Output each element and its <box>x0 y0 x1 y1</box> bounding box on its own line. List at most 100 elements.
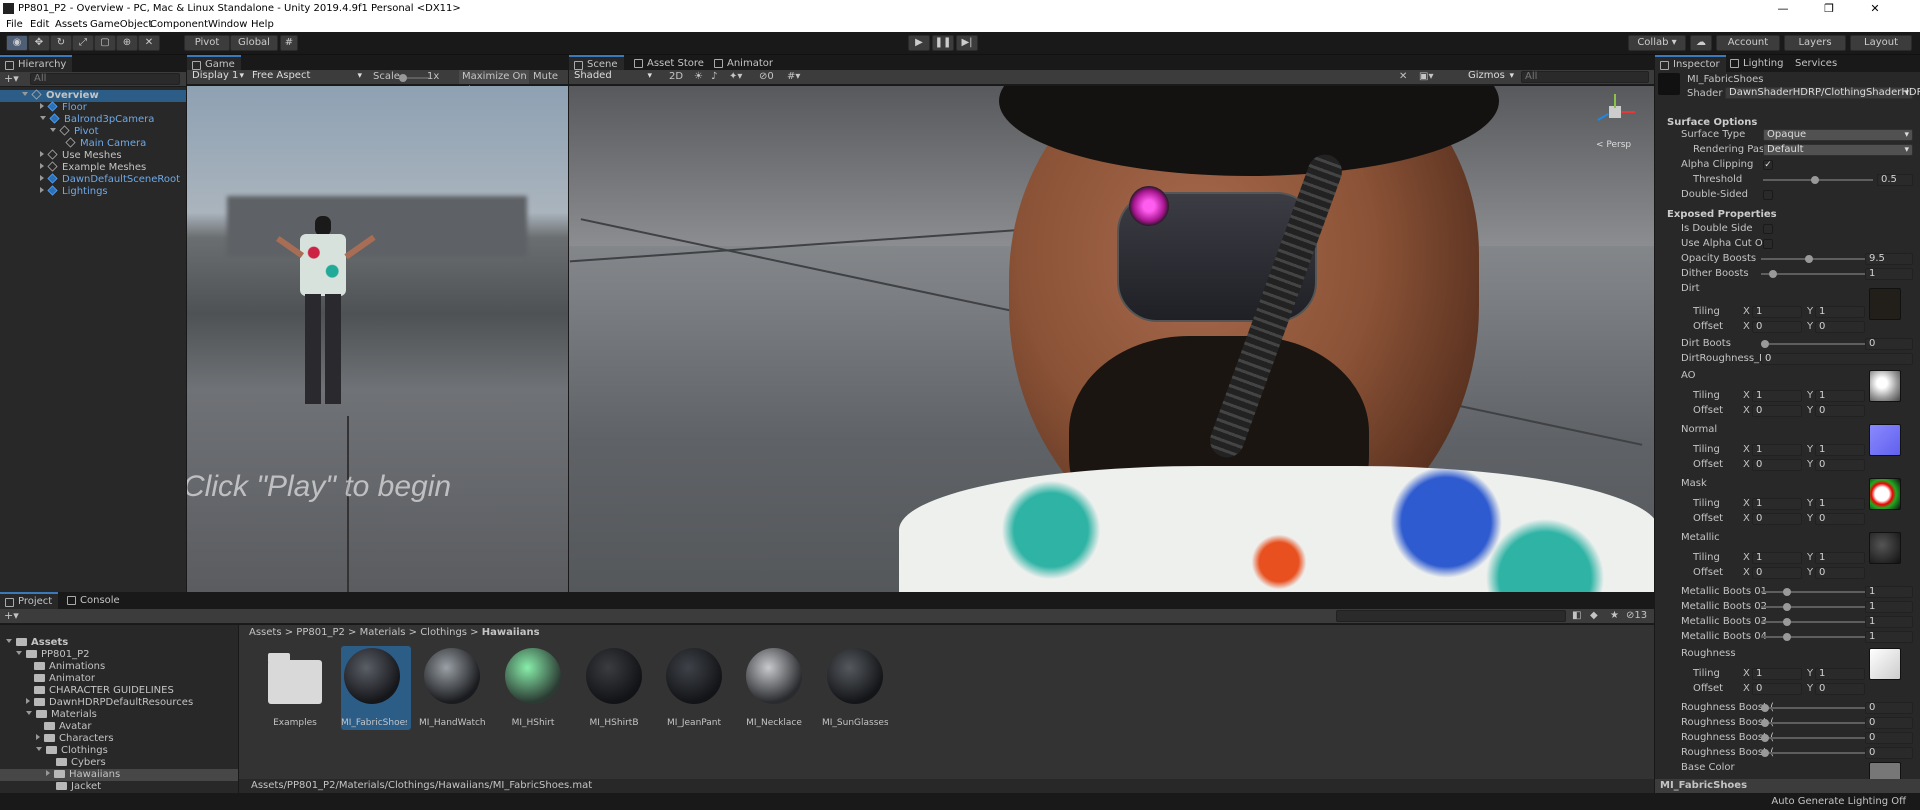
collab-dropdown[interactable]: Collab ▾ <box>1628 35 1686 51</box>
rendering-pass-dropdown[interactable]: Default <box>1763 144 1913 156</box>
ao-offset-y[interactable]: 0 <box>1815 405 1865 417</box>
roughness-boost-4-knob[interactable] <box>1761 749 1769 757</box>
metallic-boots-03-slider[interactable] <box>1761 621 1871 623</box>
tree-dawn-resources[interactable]: DawnHDRPDefaultResources <box>0 697 193 709</box>
use-alpha-cut-out-checkbox[interactable] <box>1763 239 1773 249</box>
gizmo-x-axis[interactable] <box>1621 111 1635 113</box>
menu-file[interactable]: File <box>6 17 23 32</box>
minimize-button[interactable]: — <box>1760 0 1806 17</box>
menu-component[interactable]: Component <box>150 17 208 32</box>
ao-texture-slot[interactable] <box>1869 370 1901 402</box>
threshold-field[interactable]: 0.5 <box>1877 174 1913 186</box>
surface-options-header[interactable]: Surface Options <box>1667 116 1757 129</box>
account-dropdown[interactable]: Account <box>1716 35 1780 51</box>
roughness-boost-1-field[interactable]: 0 <box>1865 702 1913 714</box>
material-necklace-sphere[interactable] <box>746 648 802 704</box>
metallic-tiling-x[interactable]: 1 <box>1752 552 1802 564</box>
metallic-boots-04-slider[interactable] <box>1761 636 1871 638</box>
gizmo-y-axis[interactable] <box>1614 94 1616 108</box>
ao-offset-x[interactable]: 0 <box>1752 405 1802 417</box>
maximize-button[interactable]: ❐ <box>1806 0 1852 17</box>
create-plus-icon[interactable]: +▾ <box>4 72 19 85</box>
cloud-icon[interactable]: ☁ <box>1690 35 1712 51</box>
tree-jacket[interactable]: Jacket <box>0 781 101 793</box>
hierarchy-search-input[interactable]: All <box>30 73 180 85</box>
metallic-boots-01-slider[interactable] <box>1761 591 1871 593</box>
normal-offset-x[interactable]: 0 <box>1752 459 1802 471</box>
roughness-boost-2-knob[interactable] <box>1761 719 1769 727</box>
metallic-boots-03-field[interactable]: 1 <box>1865 616 1913 628</box>
dirt-tiling-y[interactable]: 1 <box>1815 306 1865 318</box>
metallic-boots-01-knob[interactable] <box>1783 588 1791 596</box>
tree-avatar[interactable]: Avatar <box>0 721 91 733</box>
tab-hierarchy[interactable]: Hierarchy <box>0 55 73 72</box>
layout-dropdown[interactable]: Layout <box>1850 35 1912 51</box>
inspector-preview-bar[interactable]: MI_FabricShoes <box>1655 779 1920 793</box>
play-button[interactable]: ▶ <box>908 35 930 51</box>
step-button[interactable]: ▶| <box>956 35 978 51</box>
dirt-boots-knob[interactable] <box>1761 340 1769 348</box>
effects-dropdown-icon[interactable]: ✦▾ <box>729 71 742 82</box>
auto-generate-lighting-status[interactable]: Auto Generate Lighting Off <box>1771 794 1906 810</box>
tree-clothings[interactable]: Clothings <box>0 745 108 757</box>
roughness-boost-3-knob[interactable] <box>1761 734 1769 742</box>
mask-offset-x[interactable]: 0 <box>1752 513 1802 525</box>
tab-lighting[interactable]: Lighting <box>1725 55 1789 72</box>
breadcrumb-pp801[interactable]: PP801_P2 <box>296 627 345 638</box>
opacity-boosts-field[interactable]: 9.5 <box>1865 253 1913 265</box>
tab-inspector[interactable]: Inspector <box>1655 55 1726 72</box>
custom-tool-icon[interactable]: ✕ <box>138 35 160 51</box>
project-create-icon[interactable]: +▾ <box>4 609 19 622</box>
hierarchy-item-pivot[interactable]: Pivot <box>0 125 99 138</box>
mask-texture-slot[interactable] <box>1869 478 1901 510</box>
roughness-offset-y[interactable]: 0 <box>1815 683 1865 695</box>
double-sided-checkbox[interactable] <box>1763 190 1773 200</box>
hidden-objects-icon[interactable]: ⊘0 <box>759 71 774 82</box>
material-jeanpant-sphere[interactable] <box>666 648 722 704</box>
menu-window[interactable]: Window <box>208 17 247 32</box>
dirt-offset-x[interactable]: 0 <box>1752 321 1802 333</box>
gizmos-dropdown[interactable]: Gizmos <box>1465 71 1517 83</box>
metallic-texture-slot[interactable] <box>1869 532 1901 564</box>
filter-type-icon[interactable]: ◧ <box>1572 610 1581 621</box>
view-tool-icon[interactable]: ◉ <box>6 35 28 51</box>
breadcrumb-hawaiians[interactable]: Hawaiians <box>482 627 540 638</box>
tab-project[interactable]: Project <box>0 592 59 609</box>
project-search-input[interactable] <box>1336 610 1566 622</box>
material-hshirtb-sphere[interactable] <box>586 648 642 704</box>
mask-offset-y[interactable]: 0 <box>1815 513 1865 525</box>
display-dropdown[interactable]: Display 1 <box>189 71 247 83</box>
dirt-roughness-field[interactable]: 0 <box>1761 353 1913 365</box>
tab-console[interactable]: Console <box>62 592 126 609</box>
exposed-properties-header[interactable]: Exposed Properties <box>1667 208 1777 221</box>
metallic-boots-04-knob[interactable] <box>1783 633 1791 641</box>
pause-button[interactable]: ❚❚ <box>932 35 954 51</box>
dirt-offset-y[interactable]: 0 <box>1815 321 1865 333</box>
dirt-texture-slot[interactable] <box>1869 288 1901 320</box>
scene-orientation-gizmo[interactable] <box>1589 94 1639 138</box>
tree-animator[interactable]: Animator <box>0 673 95 685</box>
examples-folder-icon[interactable] <box>268 660 322 704</box>
opacity-boosts-knob[interactable] <box>1805 255 1813 263</box>
roughness-boost-1-slider[interactable] <box>1761 707 1871 709</box>
roughness-tiling-y[interactable]: 1 <box>1815 668 1865 680</box>
dirt-tiling-x[interactable]: 1 <box>1752 306 1802 318</box>
close-button[interactable]: ✕ <box>1852 0 1898 17</box>
metallic-boots-01-field[interactable]: 1 <box>1865 586 1913 598</box>
roughness-offset-x[interactable]: 0 <box>1752 683 1802 695</box>
roughness-boost-3-field[interactable]: 0 <box>1865 732 1913 744</box>
tree-characters[interactable]: Characters <box>0 733 114 745</box>
metallic-offset-x[interactable]: 0 <box>1752 567 1802 579</box>
aspect-dropdown[interactable]: Free Aspect <box>249 71 365 83</box>
hierarchy-item-floor[interactable]: Floor <box>0 101 87 114</box>
metallic-boots-02-slider[interactable] <box>1761 606 1871 608</box>
roughness-boost-2-field[interactable]: 0 <box>1865 717 1913 729</box>
hierarchy-item-dawn-root[interactable]: DawnDefaultSceneRoot <box>0 173 180 186</box>
transform-tool-icon[interactable]: ⊕ <box>116 35 138 51</box>
ao-tiling-x[interactable]: 1 <box>1752 390 1802 402</box>
ao-tiling-y[interactable]: 1 <box>1815 390 1865 402</box>
breadcrumb-assets[interactable]: Assets <box>249 627 282 638</box>
2d-toggle[interactable]: 2D <box>669 71 683 82</box>
tree-hawaiians[interactable]: Hawaiians <box>0 769 238 781</box>
normal-offset-y[interactable]: 0 <box>1815 459 1865 471</box>
